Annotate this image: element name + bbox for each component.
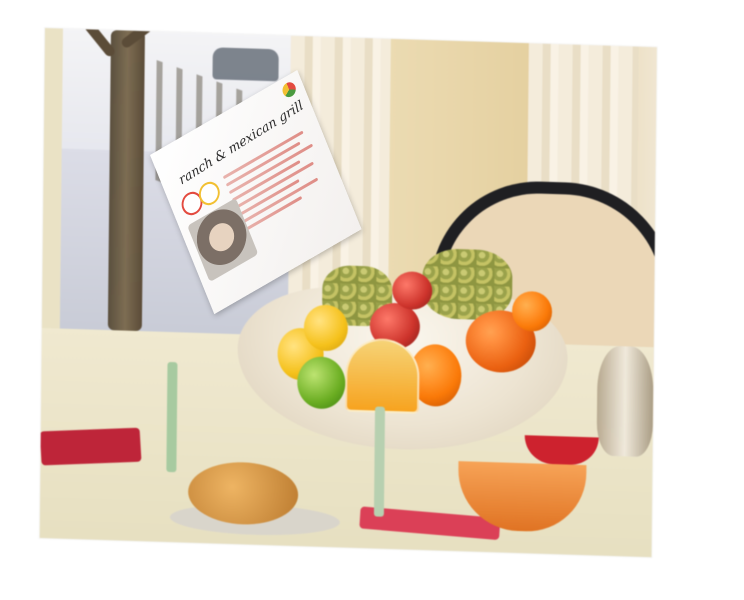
lemon	[303, 304, 349, 352]
glass-stem	[166, 361, 178, 473]
tree-branch	[70, 28, 117, 59]
brand-logo-icon	[280, 79, 298, 100]
glass-stem	[373, 406, 386, 517]
orange	[511, 290, 553, 333]
tree-trunk	[107, 30, 145, 332]
green-apple	[297, 356, 346, 410]
photo-scene	[39, 28, 657, 558]
red-apple	[392, 270, 433, 311]
silver-teapot	[596, 345, 654, 458]
parked-car	[212, 47, 279, 82]
napkin	[39, 427, 142, 466]
